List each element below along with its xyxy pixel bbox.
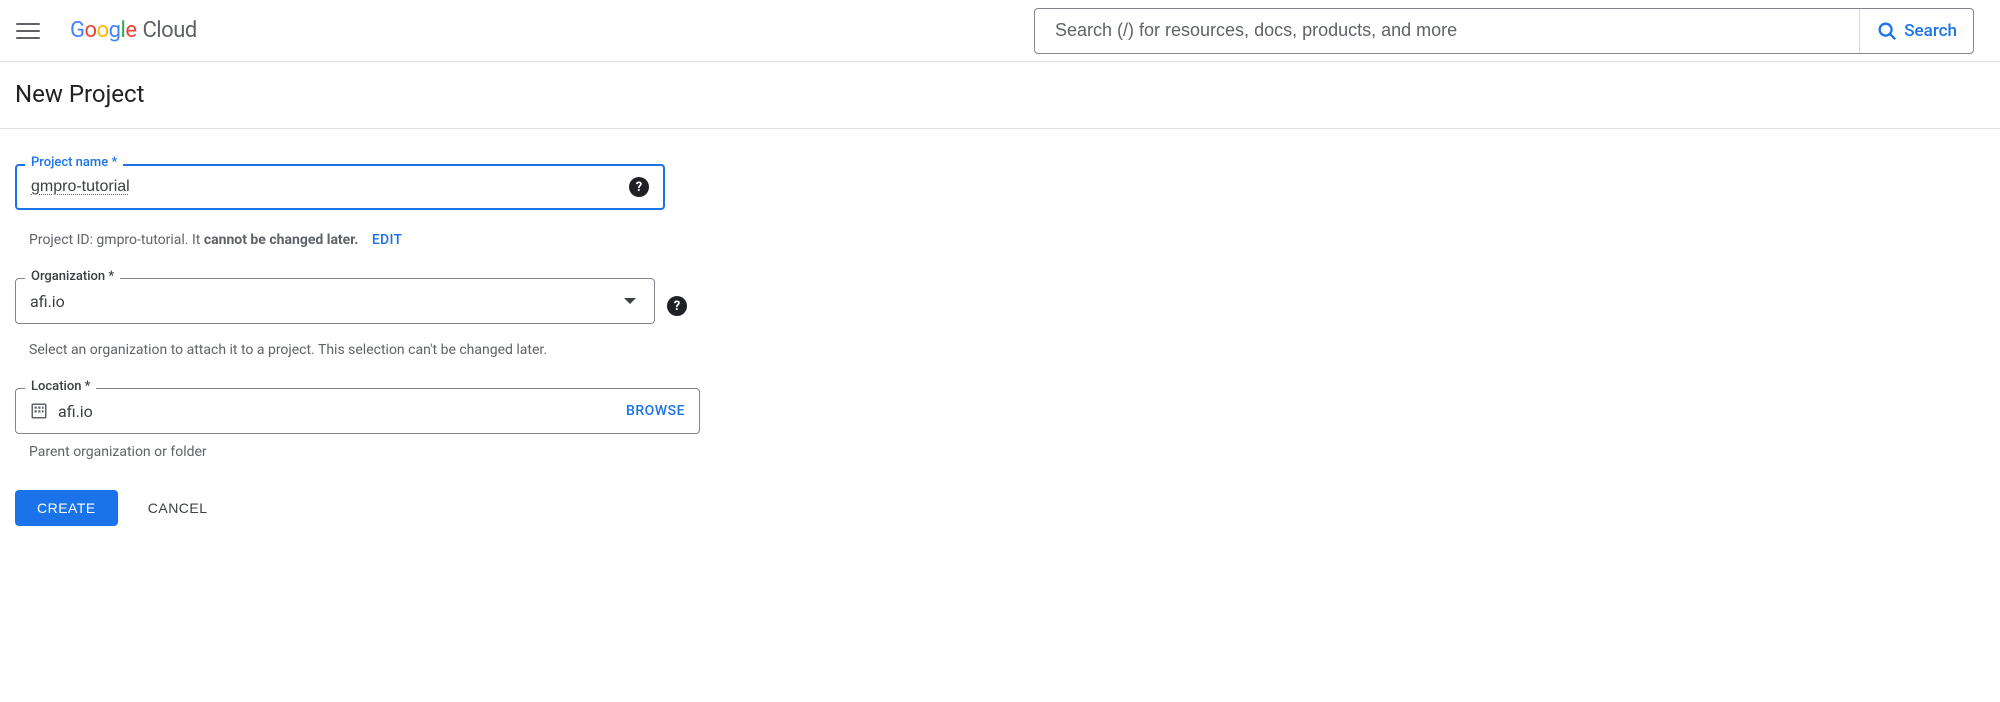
location-helper: Parent organization or folder: [29, 444, 705, 460]
organization-row: Organization * afi.io ?: [15, 278, 715, 334]
chevron-down-icon: [624, 298, 636, 304]
project-id-helper-text1: Project ID: gmpro-tutorial. It: [29, 232, 204, 248]
location-label: Location *: [25, 379, 96, 394]
project-name-row: Project name * ?: [15, 164, 715, 220]
project-id-edit-link[interactable]: EDIT: [372, 232, 403, 248]
location-row: Location * afi.io BROWSE: [15, 388, 700, 434]
page-title: New Project: [15, 80, 1985, 108]
project-name-input[interactable]: [31, 178, 629, 196]
search-button[interactable]: Search: [1859, 9, 1973, 53]
logo-suffix: Cloud: [142, 18, 196, 43]
project-id-helper-bold: cannot be changed later.: [204, 232, 359, 248]
search-button-label: Search: [1904, 21, 1957, 41]
page-title-bar: New Project: [0, 62, 2000, 129]
location-field[interactable]: afi.io BROWSE: [15, 388, 700, 434]
cancel-button[interactable]: CANCEL: [148, 500, 208, 516]
project-id-helper: Project ID: gmpro-tutorial. It cannot be…: [29, 232, 705, 248]
organization-helper: Select an organization to attach it to a…: [29, 342, 705, 358]
form-actions: CREATE CANCEL: [15, 490, 705, 526]
search-input[interactable]: [1055, 20, 1839, 41]
header-bar: Google Cloud Search: [0, 0, 2000, 62]
project-name-field[interactable]: ?: [15, 164, 665, 210]
organization-value: afi.io: [30, 292, 616, 311]
location-browse-button[interactable]: BROWSE: [626, 403, 685, 419]
organization-icon: [30, 402, 48, 420]
create-button[interactable]: CREATE: [15, 490, 118, 526]
google-cloud-logo[interactable]: Google Cloud: [70, 18, 197, 43]
organization-select[interactable]: afi.io: [15, 278, 655, 324]
new-project-form: Project name * ? Project ID: gmpro-tutor…: [0, 129, 720, 546]
project-name-label: Project name *: [25, 155, 123, 170]
organization-help-icon[interactable]: ?: [667, 296, 687, 316]
location-value: afi.io: [58, 402, 626, 421]
organization-label: Organization *: [25, 269, 120, 284]
hamburger-menu-icon[interactable]: [16, 19, 40, 43]
search-box: Search: [1034, 8, 1974, 54]
project-name-help-icon[interactable]: ?: [629, 177, 649, 197]
search-icon: [1876, 20, 1898, 42]
